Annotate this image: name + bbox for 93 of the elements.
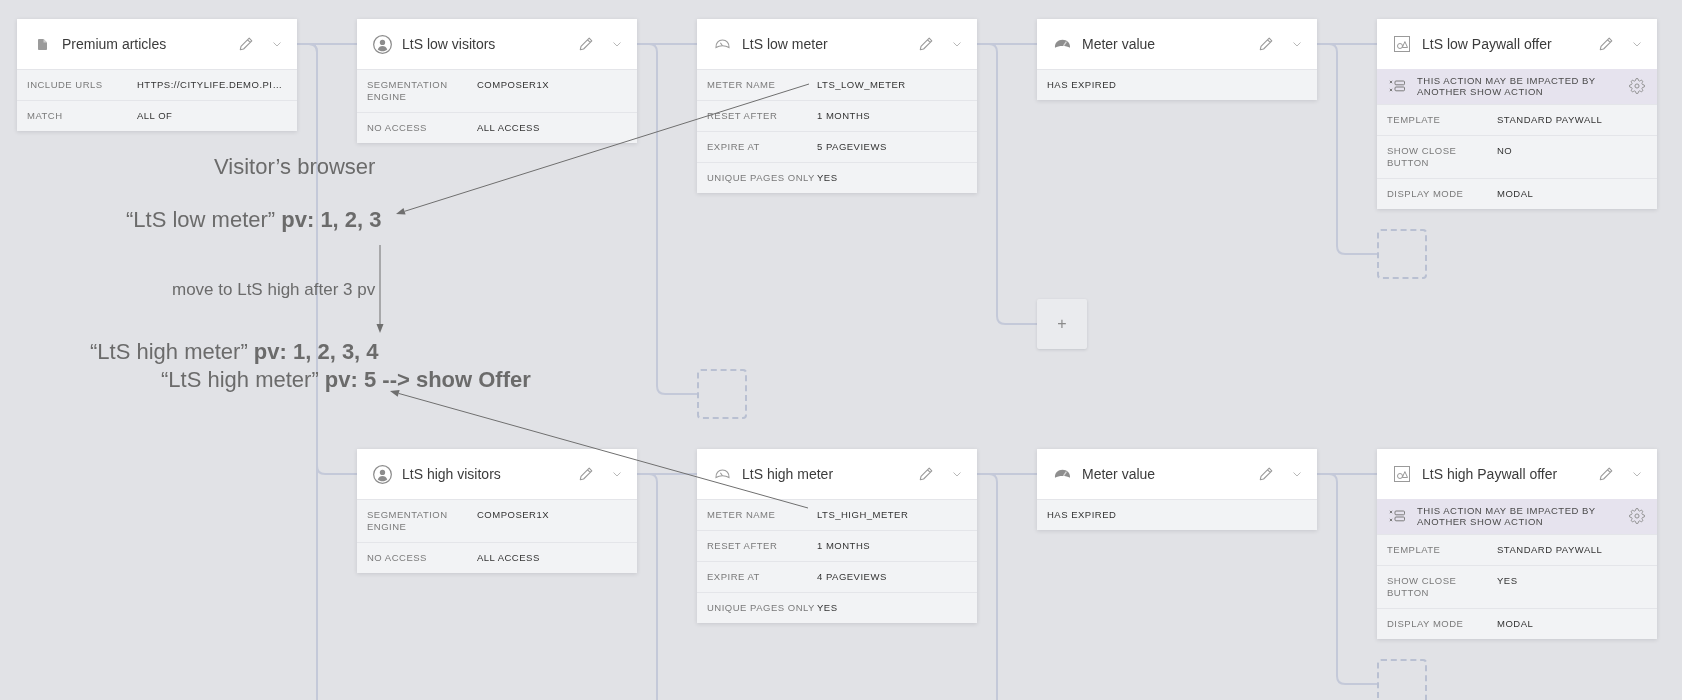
node-title: Meter value [1082,36,1157,52]
property-label: SEGMENTATION ENGINE [367,509,449,533]
chevron-down-icon[interactable] [953,471,961,477]
property-value: ALL ACCESS [477,552,540,564]
property-value: COMPOSER1X [477,79,550,91]
annotation-text: “LtS high meter” pv: 5 --> show Offer [161,367,531,393]
property-label: UNIQUE PAGES ONLY [707,172,816,184]
property-label: NO ACCESS [367,122,428,134]
pencil-icon[interactable] [919,37,933,51]
node-title: Premium articles [62,36,168,52]
node-title: LtS high meter [742,466,835,482]
node-title: LtS low meter [742,36,829,52]
property-value: ALL OF [137,110,173,122]
add-step-button[interactable]: + [1037,299,1087,349]
drop-zone[interactable] [1377,659,1427,700]
property-label: METER NAME [707,79,777,91]
annotation-text: “LtS low meter” pv: 1, 2, 3 [126,207,382,233]
property-label: INCLUDE URLS [27,79,104,91]
property-value: 4 PAGEVIEWS [817,571,887,583]
annotation-text: Visitor’s browser [214,154,376,180]
property-value: 5 PAGEVIEWS [817,141,887,153]
property-value: HTTPS://CITYLIFE.DEMO.PI… [137,79,283,91]
pencil-icon[interactable] [239,37,253,51]
annotation-text: “LtS high meter” pv: 1, 2, 3, 4 [90,339,379,365]
property-value: LTS_HIGH_METER [817,509,909,521]
property-value: YES [1497,574,1518,587]
property-label: DISPLAY MODE [1387,187,1465,200]
property-label: EXPIRE AT [707,141,761,153]
property-value: MODAL [1497,617,1534,630]
pencil-icon[interactable] [1599,467,1613,481]
drop-zone[interactable] [697,369,747,419]
solid-gauge-icon [1053,469,1071,479]
node-title: LtS high Paywall offer [1422,466,1559,482]
pencil-icon[interactable] [919,467,933,481]
property-value: 1 MONTHS [817,540,871,552]
property-label: UNIQUE PAGES ONLY [707,602,816,614]
property-value: HAS EXPIRED [1047,79,1117,91]
pencil-icon[interactable] [579,467,593,481]
property-value: MODAL [1497,187,1534,200]
property-label: TEMPLATE [1387,113,1442,126]
property-label: MATCH [27,110,64,122]
pencil-icon[interactable] [1599,37,1613,51]
crossed-list-icon [1389,80,1405,93]
node-title: LtS low Paywall offer [1422,36,1553,52]
chevron-down-icon[interactable] [1293,471,1301,477]
chevron-down-icon[interactable] [1633,471,1641,477]
property-value: ALL ACCESS [477,122,540,134]
property-label: DISPLAY MODE [1387,617,1465,630]
chevron-down-icon[interactable] [273,41,281,47]
image-icon [1394,466,1410,482]
property-label: SHOW CLOSE BUTTON [1387,144,1458,169]
property-label: METER NAME [707,509,777,521]
property-value: NO [1497,144,1513,157]
property-label: SHOW CLOSE BUTTON [1387,574,1458,599]
property-value: YES [817,602,838,614]
crossed-list-icon [1389,510,1405,523]
pencil-icon[interactable] [579,37,593,51]
gauge-icon [714,39,730,49]
gauge-icon [714,469,730,479]
property-value: 1 MONTHS [817,110,871,122]
solid-gauge-icon [1053,39,1071,49]
document-icon [37,38,47,50]
property-label: TEMPLATE [1387,543,1442,556]
property-value: STANDARD PAYWALL [1497,113,1603,126]
warning-text: THIS ACTION MAY BE IMPACTED BY ANOTHER SHOW ACTION [1417,74,1597,98]
settings-icon [1629,78,1645,95]
annotation-text: move to LtS high after 3 pv [172,280,376,300]
property-label: EXPIRE AT [707,571,761,583]
property-label: NO ACCESS [367,552,428,564]
property-value: YES [817,172,838,184]
user-icon [372,464,392,484]
chevron-down-icon[interactable] [953,41,961,47]
chevron-down-icon[interactable] [613,41,621,47]
pencil-icon[interactable] [1259,467,1273,481]
property-label: RESET AFTER [707,540,779,552]
settings-icon [1629,508,1645,525]
property-label: RESET AFTER [707,110,779,122]
property-value: STANDARD PAYWALL [1497,543,1603,556]
chevron-down-icon[interactable] [1293,41,1301,47]
property-value: COMPOSER1X [477,509,550,521]
node-title: LtS high visitors [402,466,502,482]
node-title: Meter value [1082,466,1157,482]
user-icon [372,34,392,54]
chevron-down-icon[interactable] [1633,41,1641,47]
property-value: LTS_LOW_METER [817,79,906,91]
property-value: HAS EXPIRED [1047,509,1117,521]
property-label: SEGMENTATION ENGINE [367,79,449,103]
pencil-icon[interactable] [1259,37,1273,51]
node-title: LtS low visitors [402,36,497,52]
warning-text: THIS ACTION MAY BE IMPACTED BY ANOTHER SHOW ACTION [1417,504,1597,528]
drop-zone[interactable] [1377,229,1427,279]
image-icon [1394,36,1410,52]
chevron-down-icon[interactable] [613,471,621,477]
